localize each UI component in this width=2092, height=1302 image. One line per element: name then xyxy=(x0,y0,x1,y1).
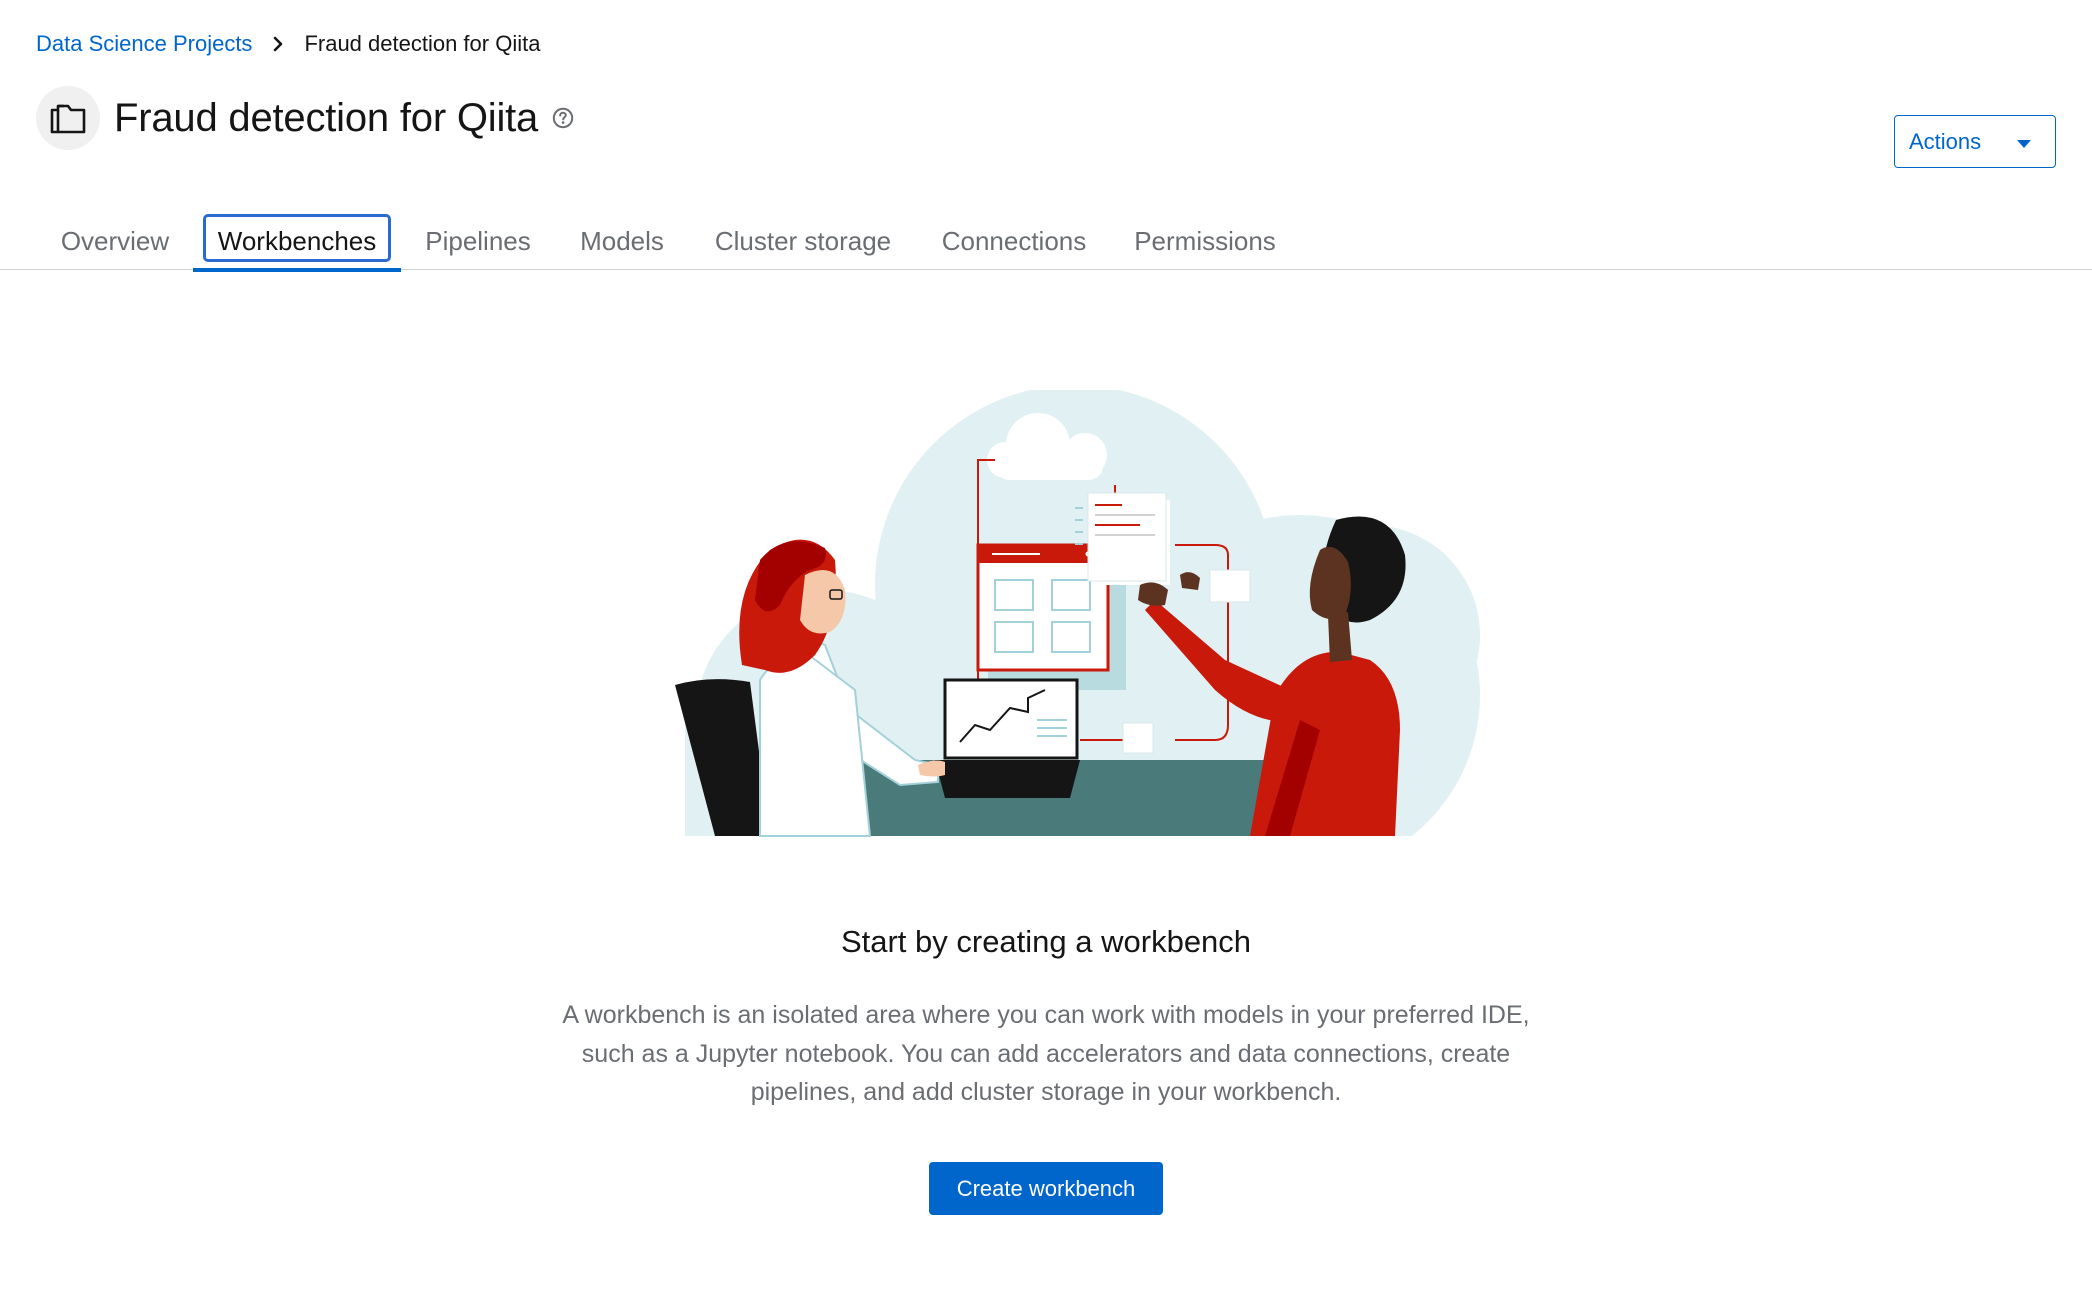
tab-workbenches-label: Workbenches xyxy=(217,225,377,256)
tab-bar: Overview Workbenches Pipelines Models Cl… xyxy=(0,212,2092,272)
empty-state-illustration xyxy=(600,390,1490,840)
tab-overview[interactable]: Overview xyxy=(50,212,180,270)
workbenches-page: Data Science Projects Fraud detection fo… xyxy=(0,0,2092,1302)
tab-models-label: Models xyxy=(580,225,664,256)
document xyxy=(1075,492,1170,585)
page-title: Fraud detection for Qiita xyxy=(114,95,539,140)
tab-permissions-label: Permissions xyxy=(1134,225,1276,256)
project-folder-icon xyxy=(36,86,100,150)
node-box-2 xyxy=(1122,722,1154,754)
actions-button[interactable]: Actions xyxy=(1894,115,2056,168)
tab-workbenches[interactable]: Workbenches xyxy=(193,212,401,272)
chevron-right-icon xyxy=(272,36,284,52)
breadcrumb-data-science-projects[interactable]: Data Science Projects xyxy=(36,28,252,60)
page-header: Fraud detection for Qiita xyxy=(36,86,574,150)
tab-connections-label: Connections xyxy=(941,225,1087,256)
tab-models[interactable]: Models xyxy=(566,212,678,270)
tab-permissions[interactable]: Permissions xyxy=(1122,212,1288,270)
create-workbench-button[interactable]: Create workbench xyxy=(929,1162,1163,1215)
help-icon[interactable] xyxy=(552,107,574,129)
node-box xyxy=(1209,569,1251,603)
tab-pipelines[interactable]: Pipelines xyxy=(412,212,544,270)
laptop xyxy=(935,678,1080,798)
tab-cluster-storage-label: Cluster storage xyxy=(714,225,892,256)
empty-state-title: Start by creating a workbench xyxy=(840,924,1252,959)
tab-cluster-storage[interactable]: Cluster storage xyxy=(700,212,906,270)
actions-button-label: Actions xyxy=(1909,128,1982,154)
tab-overview-label: Overview xyxy=(60,225,170,256)
caret-down-icon xyxy=(2017,129,2031,155)
breadcrumb-current: Fraud detection for Qiita xyxy=(304,31,541,56)
tab-pipelines-label: Pipelines xyxy=(425,225,531,256)
tab-connections[interactable]: Connections xyxy=(928,212,1100,270)
breadcrumb: Data Science Projects Fraud detection fo… xyxy=(36,28,540,60)
empty-state-body: A workbench is an isolated area where yo… xyxy=(562,1001,1530,1106)
